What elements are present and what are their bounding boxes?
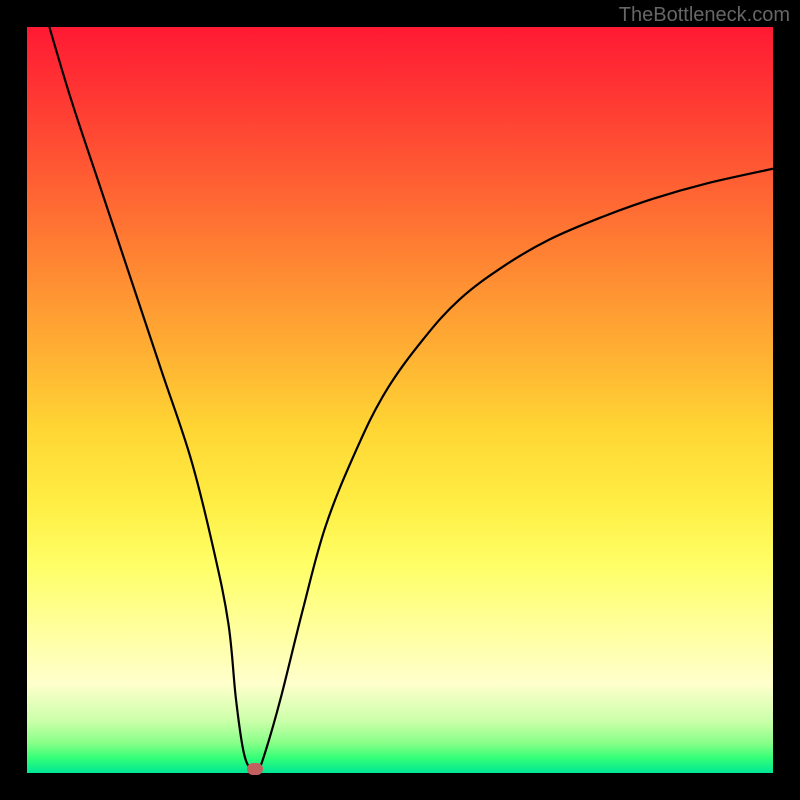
watermark-text: TheBottleneck.com <box>619 4 790 27</box>
bottleneck-curve <box>27 27 773 773</box>
chart-container: TheBottleneck.com <box>0 0 800 800</box>
plot-area <box>27 27 773 773</box>
optimal-point-marker <box>247 763 263 775</box>
